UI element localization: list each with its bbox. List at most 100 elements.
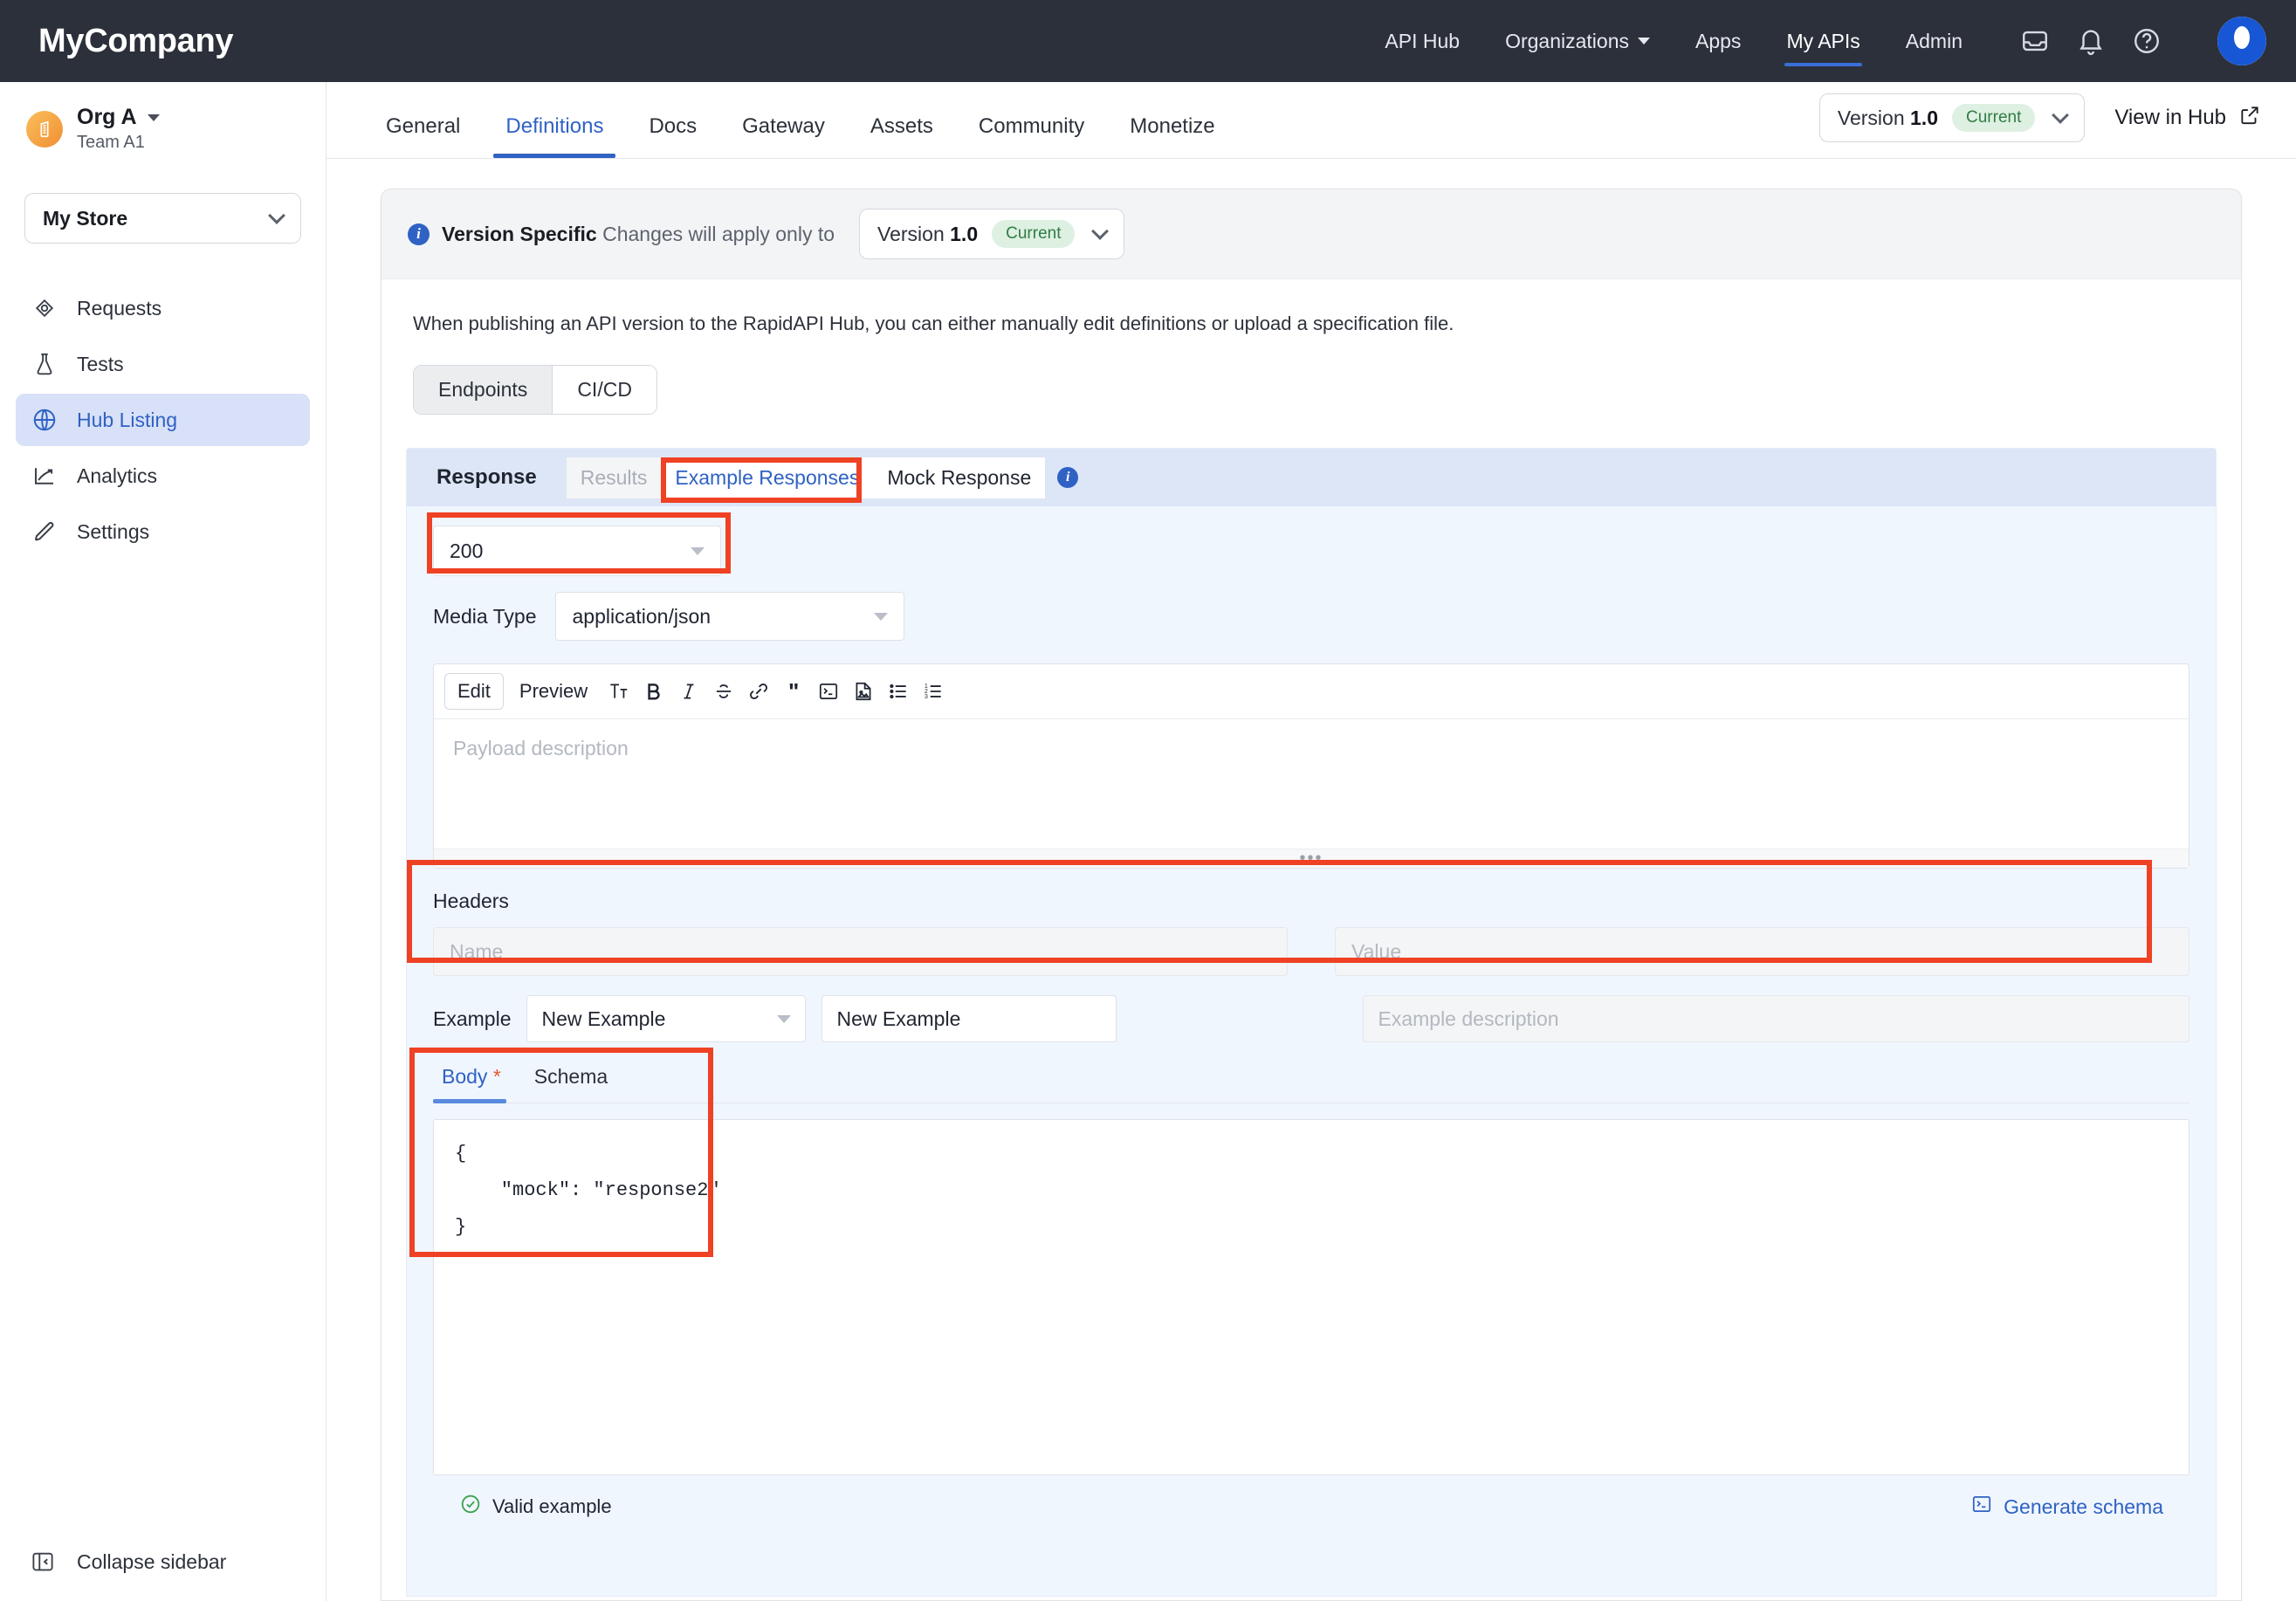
bell-icon[interactable] bbox=[2076, 26, 2106, 56]
valid-example-status: Valid example bbox=[459, 1493, 612, 1521]
header-value-input[interactable]: Value bbox=[1335, 927, 2189, 976]
editor-edit-tab[interactable]: Edit bbox=[444, 673, 504, 710]
header-name-input[interactable]: Name bbox=[433, 927, 1288, 976]
banner-version-selector[interactable]: Version 1.0 Current bbox=[859, 209, 1125, 259]
numbered-list-icon[interactable]: 123 bbox=[918, 676, 949, 707]
info-icon: i bbox=[408, 223, 430, 245]
italic-icon[interactable] bbox=[673, 676, 705, 707]
org-switcher[interactable]: Org A Team A1 bbox=[0, 82, 326, 161]
tab-label: Body bbox=[442, 1065, 488, 1088]
nav-link-label: API Hub bbox=[1385, 29, 1461, 52]
panel-note: When publishing an API version to the Ra… bbox=[413, 313, 1454, 334]
tab-assets[interactable]: Assets bbox=[848, 114, 956, 158]
status-code-value: 200 bbox=[450, 539, 484, 562]
sidebar-item-label: Hub Listing bbox=[77, 408, 178, 431]
subtab-example-responses[interactable]: Example Responses bbox=[661, 457, 874, 498]
media-type-select[interactable]: application/json bbox=[555, 592, 905, 641]
brand-logo[interactable]: MyCompany bbox=[38, 23, 234, 60]
inbox-icon[interactable] bbox=[2020, 26, 2050, 56]
store-selector[interactable]: My Store bbox=[24, 193, 301, 244]
payload-description-input[interactable]: Payload description bbox=[434, 719, 2189, 849]
example-description-input[interactable]: Example description bbox=[1363, 995, 2189, 1042]
tab-docs[interactable]: Docs bbox=[626, 114, 719, 158]
quote-icon[interactable]: " bbox=[778, 676, 809, 707]
content-tab-bar: General Definitions Docs Gateway Assets … bbox=[327, 82, 2296, 159]
image-icon[interactable] bbox=[848, 676, 879, 707]
link-icon[interactable] bbox=[743, 676, 774, 707]
collapse-sidebar-button[interactable]: Collapse sidebar bbox=[0, 1549, 326, 1601]
sidebar-item-requests[interactable]: Requests bbox=[16, 282, 310, 334]
org-team: Team A1 bbox=[77, 133, 145, 152]
response-card: Response Results Example Responses Mock … bbox=[406, 448, 2217, 1597]
example-label: Example bbox=[433, 1007, 512, 1030]
payload-description-editor: Edit Preview " 1 2 3 Payload description… bbox=[433, 663, 2189, 869]
globe-icon bbox=[31, 407, 58, 433]
generate-schema-button[interactable]: Generate schema bbox=[1970, 1493, 2163, 1521]
tab-label: Gateway bbox=[742, 114, 825, 138]
version-selector[interactable]: Version 1.0 Current bbox=[1818, 93, 2086, 142]
version-specific-banner: i Version Specific Changes will apply on… bbox=[382, 189, 2241, 279]
tab-schema[interactable]: Schema bbox=[526, 1065, 632, 1103]
external-link-icon bbox=[2238, 104, 2261, 133]
tab-monetize[interactable]: Monetize bbox=[1107, 114, 1237, 158]
collapse-sidebar-label: Collapse sidebar bbox=[77, 1549, 227, 1573]
example-row: Example New Example New Example Example … bbox=[433, 995, 2189, 1042]
sidebar-item-settings[interactable]: Settings bbox=[16, 505, 310, 558]
nav-link-organizations[interactable]: Organizations bbox=[1482, 0, 1673, 82]
tab-label: Definitions bbox=[505, 114, 604, 138]
tab-label: Schema bbox=[533, 1065, 608, 1088]
sidebar-item-tests[interactable]: Tests bbox=[16, 338, 310, 390]
sidebar-item-label: Settings bbox=[77, 519, 150, 543]
nav-link-admin[interactable]: Admin bbox=[1883, 0, 1985, 82]
sidebar: Org A Team A1 My Store Requests Tests Hu… bbox=[0, 82, 327, 1601]
tab-label: Docs bbox=[649, 114, 698, 138]
nav-link-my-apis[interactable]: My APIs bbox=[1763, 0, 1882, 82]
tab-definitions[interactable]: Definitions bbox=[483, 114, 626, 158]
banner-version-label: Version 1.0 bbox=[877, 222, 979, 245]
code-block-icon[interactable] bbox=[813, 676, 844, 707]
org-name: Org A bbox=[77, 105, 137, 129]
sidebar-item-hub-listing[interactable]: Hub Listing bbox=[16, 394, 310, 446]
headers-section: Headers Name Value bbox=[433, 890, 2189, 976]
example-select[interactable]: New Example bbox=[526, 995, 807, 1042]
media-type-value: application/json bbox=[572, 604, 711, 628]
segment-endpoints[interactable]: Endpoints bbox=[414, 366, 553, 414]
text-size-icon[interactable] bbox=[603, 676, 635, 707]
tab-community[interactable]: Community bbox=[956, 114, 1107, 158]
requests-icon bbox=[31, 295, 58, 321]
editor-preview-tab[interactable]: Preview bbox=[507, 674, 600, 709]
collapse-sidebar-icon bbox=[30, 1549, 56, 1575]
nav-link-api-hub[interactable]: API Hub bbox=[1362, 0, 1482, 82]
response-title: Response bbox=[437, 465, 537, 489]
media-type-label: Media Type bbox=[433, 604, 537, 628]
status-code-select[interactable]: 200 bbox=[433, 526, 721, 576]
segment-cicd[interactable]: CI/CD bbox=[552, 366, 656, 414]
tab-gateway[interactable]: Gateway bbox=[719, 114, 848, 158]
nav-link-label: My APIs bbox=[1786, 29, 1860, 52]
response-tab-bar: Response Results Example Responses Mock … bbox=[407, 449, 2216, 506]
code-block-icon bbox=[1970, 1493, 1993, 1521]
bold-icon[interactable] bbox=[638, 676, 670, 707]
nav-link-apps[interactable]: Apps bbox=[1673, 0, 1763, 82]
generate-schema-label: Generate schema bbox=[2004, 1494, 2163, 1518]
flask-icon bbox=[31, 351, 58, 377]
tab-label: Monetize bbox=[1130, 114, 1215, 138]
tab-general[interactable]: General bbox=[363, 114, 483, 158]
resize-handle[interactable]: ••• bbox=[434, 849, 2189, 868]
body-code-editor[interactable]: { "mock": "response2" } bbox=[433, 1119, 2189, 1475]
tab-body[interactable]: Body * bbox=[433, 1065, 526, 1103]
org-text: Org A Team A1 bbox=[77, 105, 160, 153]
endpoints-cicd-toggle: Endpoints CI/CD bbox=[413, 365, 657, 415]
info-icon[interactable]: i bbox=[1057, 467, 1079, 488]
bullet-list-icon[interactable] bbox=[883, 676, 914, 707]
sidebar-item-analytics[interactable]: Analytics bbox=[16, 450, 310, 502]
subtab-mock-response[interactable]: Mock Response bbox=[873, 457, 1046, 498]
subtab-results[interactable]: Results bbox=[566, 457, 662, 498]
tab-label: Assets bbox=[870, 114, 933, 138]
strikethrough-icon[interactable] bbox=[708, 676, 739, 707]
example-name-input[interactable]: New Example bbox=[821, 995, 1117, 1042]
media-type-row: Media Type application/json bbox=[433, 592, 2189, 641]
help-circle-icon[interactable] bbox=[2132, 26, 2162, 56]
view-in-hub-button[interactable]: View in Hub bbox=[2114, 104, 2261, 133]
avatar[interactable] bbox=[2217, 17, 2266, 65]
